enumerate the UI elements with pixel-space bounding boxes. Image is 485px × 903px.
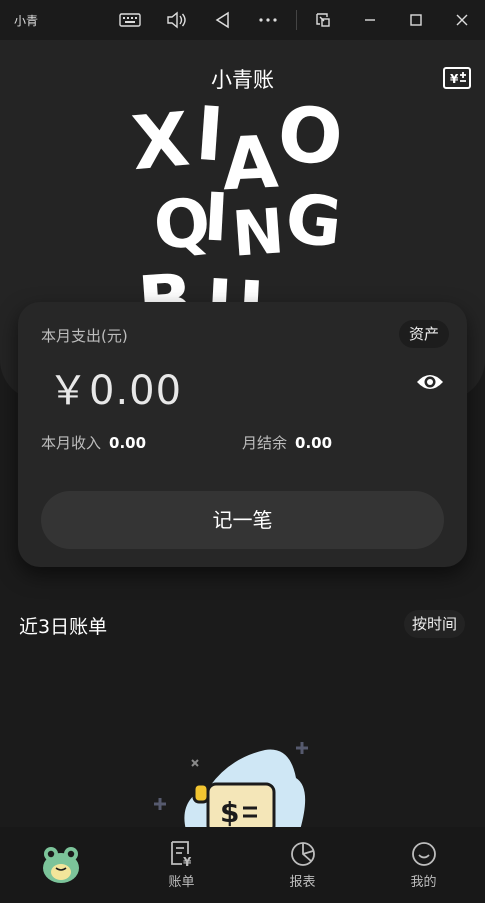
xiaoqingbu-logo: X I A O Q I N G B U [128, 89, 346, 305]
eye-icon[interactable] [415, 370, 445, 394]
frog-avatar-icon [43, 847, 79, 883]
logo-g-letter: G [282, 179, 346, 263]
balance-value: 0.00 [295, 434, 333, 452]
tab-mine-label: 我的 [410, 875, 437, 890]
logo-i2-letter: I [202, 178, 231, 256]
logo-o-letter: O [275, 89, 346, 182]
expense-amount: ￥0.00 [48, 368, 183, 414]
monthly-summary-card: 本月支出(元) 资产 ￥0.00 本月收入 0.00 月结余 0.00 记一笔 [18, 302, 467, 567]
tab-mine[interactable]: 我的 [363, 827, 484, 903]
logo-n-letter: N [230, 194, 287, 270]
income-value: 0.00 [109, 434, 147, 452]
svg-text:¥: ¥ [183, 855, 192, 868]
sort-by-time-button[interactable]: 按时间 [404, 610, 466, 638]
bill-icon: ¥ [171, 841, 192, 868]
close-icon[interactable] [450, 8, 474, 32]
smile-icon [412, 842, 436, 866]
income-label: 本月收入 [41, 434, 102, 452]
recent-bills-title: 近3日账单 [19, 616, 108, 638]
tab-home[interactable] [0, 827, 121, 903]
volume-icon[interactable] [164, 8, 188, 32]
window-app-name: 小青 [14, 14, 39, 28]
window-titlebar: 小青 [0, 0, 485, 40]
pie-chart-icon [291, 842, 315, 866]
keyboard-icon[interactable] [118, 8, 142, 32]
tab-bill[interactable]: ¥ 账单 [121, 827, 242, 903]
tab-report-label: 报表 [289, 875, 316, 890]
bottom-tab-bar: ¥ 账单 报表 我的 [0, 827, 485, 903]
balance-label: 月结余 [242, 434, 288, 452]
tab-bill-label: 账单 [168, 875, 195, 890]
record-button[interactable]: 记一笔 [41, 491, 444, 549]
balance-stat: 月结余 0.00 [242, 432, 332, 453]
logo-x-letter: X [128, 96, 192, 187]
svg-text:$: $ [220, 796, 239, 829]
tab-report[interactable]: 报表 [242, 827, 363, 903]
pip-icon[interactable] [311, 8, 335, 32]
maximize-icon[interactable] [404, 8, 428, 32]
titlebar-divider [296, 10, 297, 30]
expense-label: 本月支出(元) [41, 327, 128, 345]
logo-u-letter: U [203, 263, 266, 305]
logo-b-letter: B [135, 258, 196, 305]
more-icon[interactable] [256, 8, 280, 32]
asset-button[interactable]: 资产 [398, 320, 449, 348]
income-stat: 本月收入 0.00 [41, 432, 146, 453]
minimize-icon[interactable] [358, 8, 382, 32]
back-icon[interactable] [210, 8, 234, 32]
empty-bill-illustration: $ [154, 742, 308, 830]
